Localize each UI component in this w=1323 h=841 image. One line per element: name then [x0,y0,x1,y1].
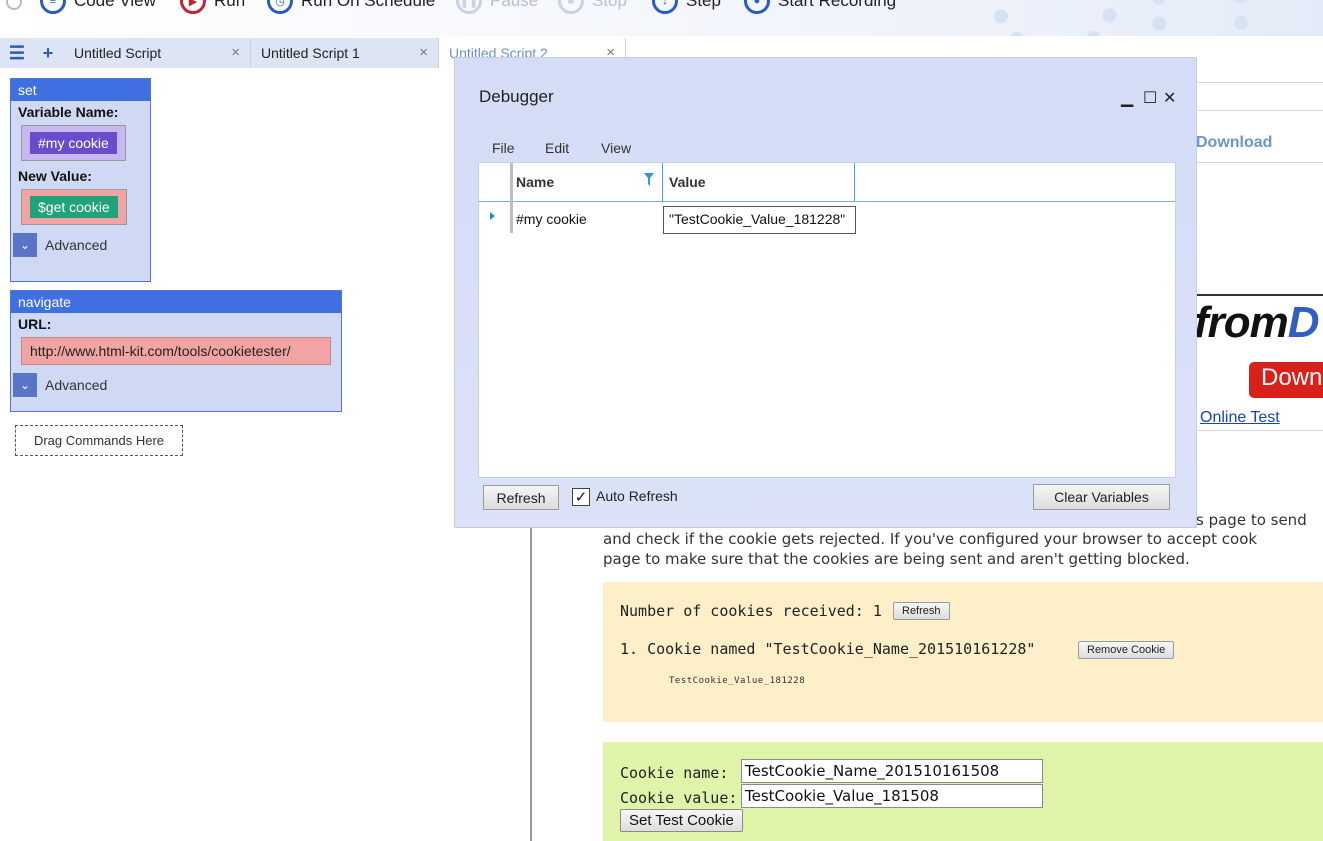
maximize-icon[interactable]: ☐ [1143,88,1157,108]
record-icon: ● [744,0,770,14]
schedule-icon: ◷ [267,0,293,14]
variable-chip[interactable]: #my cookie [30,132,117,154]
ad-download-button[interactable]: Down [1249,362,1323,398]
expand-row-icon[interactable] [490,212,495,220]
ad-logo[interactable]: fromD [1194,298,1320,348]
main-toolbar: ≡ Code View ▶ Run ◷ Run On Schedule ❚❚ P… [0,0,1323,36]
url-label: URL: [18,316,52,332]
search-icon[interactable] [6,0,22,10]
stop-button[interactable]: ■ Stop [558,0,627,16]
set-command-title: set [11,79,150,101]
intro-text: and check if the cookie gets rejected. I… [603,530,1258,548]
navigate-command-block[interactable]: navigate URL: http://www.html-kit.com/to… [10,290,342,412]
refresh-cookies-button[interactable]: Refresh [893,602,950,620]
gear-background-icon [990,0,1120,36]
refresh-button[interactable]: Refresh [483,485,559,510]
tab-label: Untitled Script [74,45,162,61]
clear-variables-button[interactable]: Clear Variables [1033,484,1170,510]
new-value-label: New Value: [18,168,92,184]
received-cookies-panel: Number of cookies received: 1 Refresh 1.… [603,582,1323,722]
set-command-block[interactable]: set Variable Name: #my cookie New Value:… [10,78,151,282]
variable-name-label: Variable Name: [18,104,119,120]
filter-icon[interactable] [643,172,655,188]
start-recording-label: Start Recording [778,0,897,10]
cookie-value-label: Cookie value: [620,789,738,807]
variable-name-cell[interactable]: #my cookie [516,211,587,227]
variable-value-cell[interactable]: "TestCookie_Value_181228" [663,206,856,234]
code-view-button[interactable]: ≡ Code View [40,0,156,16]
chevron-down-icon[interactable]: ⌄ [13,233,37,257]
step-icon: ↓ [652,0,678,14]
close-icon[interactable]: × [419,44,428,61]
run-on-schedule-button[interactable]: ◷ Run On Schedule [267,0,435,16]
variable-name-field[interactable]: #my cookie [21,125,126,161]
drag-commands-drop-zone[interactable]: Drag Commands Here [15,425,183,456]
set-test-cookie-button[interactable]: Set Test Cookie [620,809,743,832]
divider [1194,110,1323,111]
run-icon: ▶ [180,0,206,14]
chevron-down-icon[interactable]: ⌄ [13,373,37,397]
run-on-schedule-label: Run On Schedule [301,0,436,10]
cookie-name-label: Cookie name: [620,764,729,782]
pause-button[interactable]: ❚❚ Pause [456,0,538,16]
divider [1194,430,1323,431]
run-label: Run [214,0,246,10]
code-view-label: Code View [74,0,156,10]
new-value-field[interactable]: $get cookie [21,189,127,225]
stop-icon: ■ [558,0,584,14]
remove-cookie-button[interactable]: Remove Cookie [1078,641,1175,659]
cookie-entry: 1. Cookie named "TestCookie_Name_2015101… [620,640,1036,658]
function-chip[interactable]: $get cookie [30,196,118,218]
cookie-name-input[interactable]: TestCookie_Name_201510161508 [741,759,1043,783]
divider [1194,294,1323,296]
step-label: Step [686,0,721,10]
cookie-entry-value: TestCookie_Value_181228 [669,676,806,686]
script-editor[interactable]: set Variable Name: #my cookie New Value:… [0,68,532,841]
intro-text: page to make sure that the cookies are b… [603,550,1190,568]
stop-label: Stop [592,0,627,10]
menu-file[interactable]: File [492,140,515,156]
step-button[interactable]: ↓ Step [652,0,721,16]
menu-view[interactable]: View [601,140,631,156]
column-header-value[interactable]: Value [669,174,706,190]
menu-edit[interactable]: Edit [545,140,569,156]
tab-label: Untitled Script 1 [261,45,360,61]
close-icon[interactable]: × [231,44,240,61]
start-recording-button[interactable]: ● Start Recording [744,0,896,16]
minimize-icon[interactable]: ▁ [1121,88,1133,108]
column-header-name[interactable]: Name [516,174,554,190]
advanced-label: Advanced [45,237,108,253]
pause-label: Pause [490,0,539,10]
run-button[interactable]: ▶ Run [180,0,245,16]
divider [1194,82,1323,83]
auto-refresh-label: Auto Refresh [596,488,678,504]
set-cookie-panel: Cookie name: TestCookie_Name_20151016150… [603,742,1323,841]
url-field[interactable]: http://www.html-kit.com/tools/cookietest… [21,337,331,365]
advanced-toggle[interactable]: ⌄ Advanced [11,371,341,399]
tab-untitled-script-1[interactable]: Untitled Script 1 × [251,38,439,68]
download-link[interactable]: Download [1196,134,1272,152]
variables-grid[interactable]: Name Value #my cookie "TestCookie_Value_… [478,162,1176,478]
debugger-title: Debugger [479,87,554,106]
gear-background-icon [1150,0,1250,36]
pause-icon: ❚❚ [456,0,482,14]
cookie-count: Number of cookies received: 1 [620,602,882,620]
close-icon[interactable]: ✕ [1163,88,1176,108]
intro-text: s page to send [1196,511,1307,529]
tab-untitled-script[interactable]: Untitled Script × [64,38,251,68]
navigate-command-title: navigate [11,291,341,313]
advanced-label: Advanced [45,377,108,393]
divider [1194,162,1323,163]
cookie-value-input[interactable]: TestCookie_Value_181508 [741,784,1043,808]
grid-header: Name Value [479,163,1175,202]
advanced-toggle[interactable]: ⌄ Advanced [11,231,150,259]
add-tab-icon[interactable]: + [34,38,62,68]
debugger-window[interactable]: Debugger ▁ ☐ ✕ File Edit View Name Value… [454,57,1197,528]
menu-icon[interactable]: ☰ [4,38,30,68]
online-test-link[interactable]: Online Test [1200,409,1280,427]
code-view-icon: ≡ [40,0,66,14]
auto-refresh-checkbox[interactable]: ✓ [572,488,590,506]
